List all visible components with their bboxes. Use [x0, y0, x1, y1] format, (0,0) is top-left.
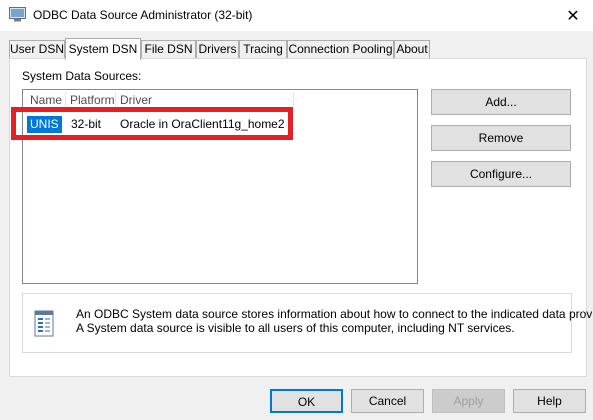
- odbc-app-icon: [9, 7, 26, 22]
- add-button[interactable]: Add...: [431, 89, 571, 115]
- description-line-2: A System data source is visible to all u…: [76, 321, 515, 335]
- column-header-driver[interactable]: Driver: [120, 92, 152, 108]
- close-icon: ✕: [566, 7, 580, 25]
- description-line-1: An ODBC System data source stores inform…: [76, 307, 593, 321]
- tab-user-dsn[interactable]: User DSN: [9, 40, 65, 59]
- tab-label: File DSN: [144, 42, 193, 56]
- column-header-name[interactable]: Name: [30, 92, 62, 108]
- ok-button[interactable]: OK: [270, 389, 343, 413]
- title-bar: ODBC Data Source Administrator (32-bit) …: [0, 0, 593, 31]
- highlight-annotation-box: [11, 107, 293, 140]
- tab-label: User DSN: [10, 42, 65, 56]
- tab-system-dsn[interactable]: System DSN: [65, 38, 141, 60]
- tab-strip: User DSN System DSN File DSN Drivers Tra…: [9, 38, 589, 60]
- close-button[interactable]: ✕: [553, 0, 593, 31]
- data-source-info-icon: [34, 310, 54, 337]
- apply-button[interactable]: Apply: [432, 389, 505, 413]
- tab-label: About: [396, 42, 428, 56]
- tab-about[interactable]: About: [394, 40, 430, 59]
- tab-file-dsn[interactable]: File DSN: [141, 40, 196, 59]
- tab-label: Tracing: [243, 42, 283, 56]
- tab-label: System DSN: [68, 42, 138, 56]
- tab-label: Drivers: [198, 42, 237, 56]
- system-data-sources-label: System Data Sources:: [22, 69, 142, 83]
- column-separator[interactable]: [115, 92, 116, 108]
- tab-connection-pooling[interactable]: Connection Pooling: [287, 40, 394, 59]
- tab-label: Connection Pooling: [288, 42, 393, 56]
- configure-button[interactable]: Configure...: [431, 161, 571, 187]
- tab-tracing[interactable]: Tracing: [239, 40, 287, 59]
- window-title: ODBC Data Source Administrator (32-bit): [33, 8, 253, 22]
- help-button[interactable]: Help: [513, 389, 586, 413]
- column-separator[interactable]: [65, 92, 66, 108]
- remove-button[interactable]: Remove: [431, 125, 571, 151]
- description-box: An ODBC System data source stores inform…: [22, 293, 593, 353]
- column-header-platform[interactable]: Platform: [70, 92, 115, 108]
- tab-drivers[interactable]: Drivers: [196, 40, 239, 59]
- column-separator[interactable]: [293, 92, 294, 108]
- cancel-button[interactable]: Cancel: [351, 389, 424, 413]
